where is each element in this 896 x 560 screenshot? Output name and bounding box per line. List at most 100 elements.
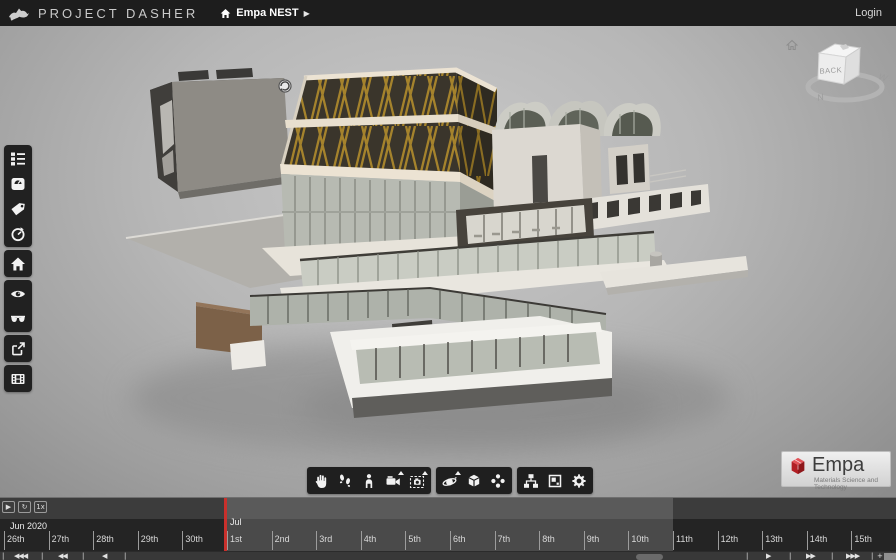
timeline-day-label: 28th — [96, 534, 114, 544]
toolbar-button-walk[interactable] — [333, 468, 357, 493]
sidebar-group-visibility — [4, 280, 32, 332]
timeline-day-label: 10th — [631, 534, 649, 544]
dropdown-arrow-icon — [455, 471, 461, 475]
settings-gear-icon — [571, 473, 587, 489]
toolbar-group-navigation — [307, 467, 431, 494]
toolbar-group-model — [436, 467, 512, 494]
toolbar-button-explode[interactable] — [486, 468, 510, 493]
timeline-day-label: 13th — [765, 534, 783, 544]
sidebar-button-home[interactable] — [4, 251, 32, 276]
scrubber-glyph[interactable]: ◀ — [102, 552, 106, 560]
top-bar: PROJECT DASHER Empa NEST ▶ Login — [0, 0, 896, 26]
speed-button[interactable]: 1x — [34, 501, 47, 513]
scrubber-glyph[interactable]: | — [82, 552, 83, 560]
sidebar-button-timer[interactable] — [4, 221, 32, 246]
timeline-selected-window[interactable] — [224, 498, 673, 551]
timeline-tick — [49, 531, 50, 550]
timeline-day-label: 26th — [7, 534, 25, 544]
play-button[interactable]: ▶ — [2, 501, 15, 513]
scrubber-glyph[interactable]: ◀◀ — [58, 552, 67, 560]
tag-icon — [10, 201, 26, 217]
breadcrumb[interactable]: Empa NEST ▶ — [220, 7, 310, 19]
scrubber-glyph[interactable]: ▶▶▶ — [846, 552, 859, 560]
footprints-icon — [337, 473, 353, 489]
scrubber-glyph[interactable]: ▶▶ — [806, 552, 815, 560]
scale-icon — [10, 176, 26, 192]
scrubber-glyph[interactable]: | — [871, 552, 872, 560]
toolbar-button-camera[interactable] — [381, 468, 405, 493]
toolbar-button-settings[interactable] — [567, 468, 591, 493]
toolbar-button-properties[interactable] — [543, 468, 567, 493]
toolbar-button-orbit[interactable] — [438, 468, 462, 493]
scrubber-glyph[interactable]: | — [41, 552, 42, 560]
eye-icon — [10, 286, 26, 302]
dropdown-arrow-icon — [398, 471, 404, 475]
building-model-3d[interactable] — [0, 26, 896, 497]
timeline-day-label: 2nd — [275, 534, 290, 544]
timeline-tick — [4, 531, 5, 550]
scrubber-glyph[interactable]: ▶ — [766, 552, 770, 560]
sidebar-button-eye[interactable] — [4, 281, 32, 306]
timeline-tick — [138, 531, 139, 550]
viewer-toolbar — [307, 467, 593, 494]
scrubber-glyph[interactable]: | — [746, 552, 747, 560]
viewcube-face-label[interactable]: BACK — [819, 65, 842, 76]
breadcrumb-project[interactable]: Empa NEST — [236, 7, 298, 19]
scrubber-thumb[interactable] — [636, 554, 663, 560]
toolbar-button-first-person[interactable] — [357, 468, 381, 493]
viewcube-home-button[interactable] — [786, 38, 798, 56]
timeline-tick — [807, 531, 808, 550]
sidebar-button-film[interactable] — [4, 366, 32, 391]
timeline-month-label-jul: Jul — [230, 517, 242, 527]
timeline-tick — [450, 531, 451, 550]
frame-icon — [547, 473, 563, 489]
dropdown-arrow-icon — [422, 471, 428, 475]
sidebar-button-list[interactable] — [4, 146, 32, 171]
breadcrumb-caret-icon[interactable]: ▶ — [304, 9, 310, 18]
project-dasher-app: PROJECT DASHER Empa NEST ▶ Login — [0, 0, 896, 560]
timeline-scrubber[interactable]: | ◀◀◀ | ◀◀ | ◀ | | ▶ | ▶▶ | ▶▶▶ | + — [0, 551, 896, 560]
app-title: PROJECT DASHER — [38, 6, 198, 21]
timeline-day-label: 14th — [810, 534, 828, 544]
timeline-playback-controls: ▶ ↻ 1x — [2, 501, 47, 513]
share-icon — [10, 341, 26, 357]
timeline-tick — [93, 531, 94, 550]
viewcube[interactable]: N W BACK — [798, 32, 890, 118]
list-icon — [10, 151, 26, 167]
cluster-icon — [490, 473, 506, 489]
viewport-3d[interactable]: N W BACK Empa Materials Science and — [0, 26, 896, 497]
toolbar-button-hierarchy[interactable] — [519, 468, 543, 493]
scrubber-endcap[interactable] — [884, 553, 896, 560]
timeline-day-label: 15th — [854, 534, 872, 544]
loop-button[interactable]: ↻ — [18, 501, 31, 513]
timeline-day-label: 30th — [185, 534, 203, 544]
film-icon — [10, 371, 26, 387]
left-toolbar — [4, 145, 32, 395]
scrubber-glyph[interactable]: | — [789, 552, 790, 560]
timeline-tick — [673, 531, 674, 550]
sidebar-button-tags[interactable] — [4, 196, 32, 221]
scrubber-glyph[interactable]: ◀◀◀ — [14, 552, 27, 560]
timeline-tick — [405, 531, 406, 550]
toolbar-button-pan[interactable] — [309, 468, 333, 493]
dasher-logo — [8, 4, 30, 22]
viewcube-cube[interactable]: N W BACK — [798, 32, 890, 118]
sidebar-group-film — [4, 365, 32, 392]
login-link[interactable]: Login — [855, 7, 882, 19]
camera-marker[interactable] — [279, 80, 291, 92]
sidebar-button-glasses[interactable] — [4, 306, 32, 331]
timeline-tick — [584, 531, 585, 550]
cube-icon — [466, 473, 482, 489]
timer-icon — [10, 226, 26, 242]
sidebar-button-scale[interactable] — [4, 171, 32, 196]
toolbar-button-isolate[interactable] — [462, 468, 486, 493]
person-icon — [361, 473, 377, 489]
scrubber-glyph[interactable]: + — [877, 552, 882, 560]
sidebar-button-share[interactable] — [4, 336, 32, 361]
scrubber-glyph[interactable]: | — [2, 552, 3, 560]
toolbar-button-render-capture[interactable] — [405, 468, 429, 493]
timeline-day-label: 5th — [408, 534, 421, 544]
empa-name: Empa — [812, 455, 864, 475]
scrubber-glyph[interactable]: | — [831, 552, 832, 560]
scrubber-glyph[interactable]: | — [124, 552, 125, 560]
